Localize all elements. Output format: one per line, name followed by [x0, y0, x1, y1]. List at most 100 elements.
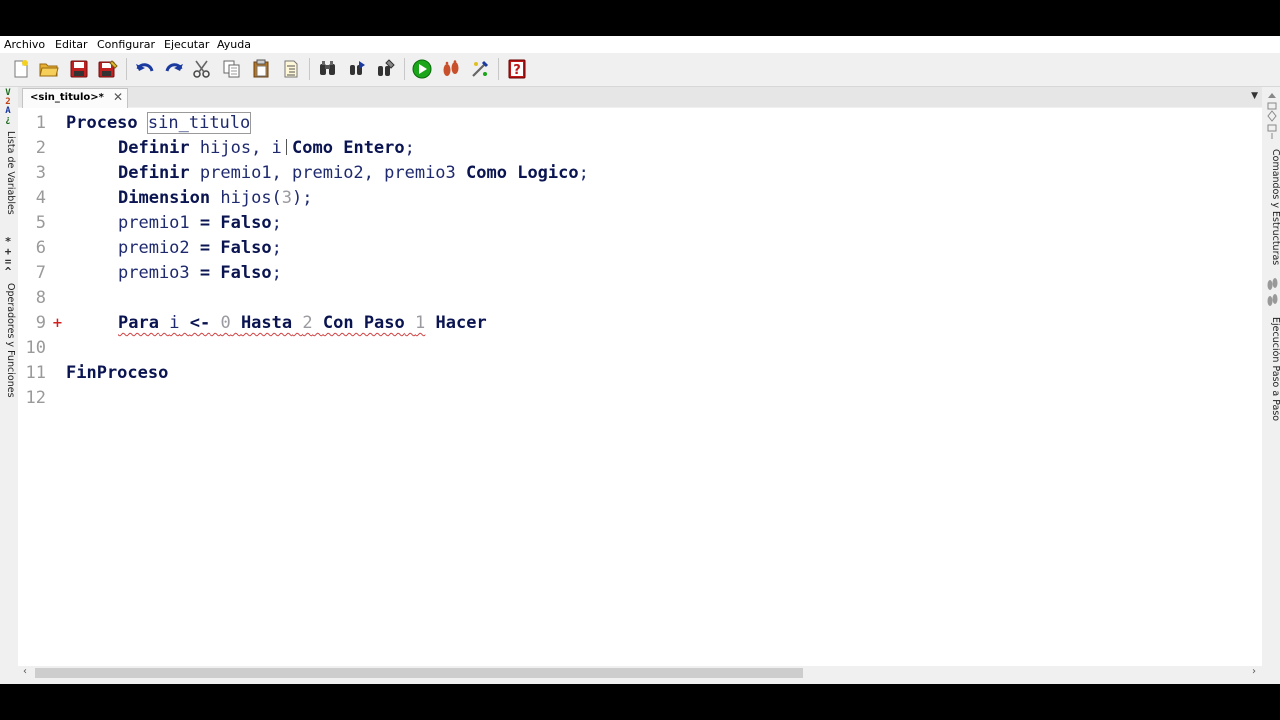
code-line-1: Proceso sin_titulo	[66, 112, 252, 134]
punctuation: );	[292, 188, 313, 208]
code-line-2: Definir hijos, i Como Entero;	[118, 138, 415, 158]
save-as-icon[interactable]	[97, 58, 119, 80]
menu-bar: Archivo Editar Configurar Ejecutar Ayuda	[0, 36, 1280, 53]
keyword: Dimension	[118, 188, 211, 208]
find-icon[interactable]	[317, 58, 339, 80]
identifier: premio3	[118, 263, 190, 283]
line-number: 7	[35, 263, 46, 283]
code-line-6: premio2 = Falso;	[118, 238, 282, 258]
menu-ejecutar[interactable]: Ejecutar	[164, 38, 209, 51]
left-side-panel: V 2 A ¿ Lista de Variables * + = ^ Opera…	[0, 87, 17, 417]
menu-ayuda[interactable]: Ayuda	[217, 38, 251, 51]
number: 3	[281, 188, 293, 208]
variables-icon[interactable]: V 2 A ¿	[1, 89, 15, 125]
help-icon[interactable]: ?	[506, 58, 528, 80]
literal: Falso	[220, 213, 272, 233]
paste-icon[interactable]	[250, 58, 272, 80]
scrollbar-thumb[interactable]	[35, 668, 803, 678]
keyword: Con Paso	[322, 313, 405, 333]
code-line-9: Para i <- 0 Hasta 2 Con Paso 1 Hacer	[118, 313, 487, 333]
identifier: hijos(	[220, 188, 282, 208]
keyword: Proceso	[66, 113, 138, 133]
line-number: 9	[35, 313, 46, 333]
open-folder-icon[interactable]	[38, 58, 60, 80]
keyword: FinProceso	[66, 363, 169, 383]
line-number: 2	[35, 138, 46, 158]
identifiers: hijos, i	[199, 138, 282, 158]
punctuation: ;	[578, 163, 589, 183]
save-icon[interactable]	[68, 58, 90, 80]
code-editor[interactable]: 1 2 3 4 5 6 7 8 9 10 11 12 + Proceso sin…	[18, 108, 1262, 666]
keyword: Para	[118, 313, 159, 333]
close-tab-icon[interactable]: ✕	[113, 90, 123, 104]
pseint-window: Archivo Editar Configurar Ejecutar Ayuda	[0, 36, 1280, 684]
tab-sin-titulo[interactable]: <sin_titulo>* ✕	[22, 88, 128, 108]
tab-list-dropdown-icon[interactable]: ▼	[1251, 91, 1258, 101]
step-by-step-icon[interactable]	[440, 58, 462, 80]
line-number: 8	[35, 288, 46, 308]
operator: =	[199, 213, 211, 233]
identifiers: premio1, premio2, premio3	[199, 163, 456, 183]
svg-text:?: ?	[513, 63, 521, 78]
operators-icon[interactable]: * + = ^	[1, 236, 15, 277]
code-line-5: premio1 = Falso;	[118, 213, 282, 233]
operator: =	[199, 263, 211, 283]
keyword: Definir	[118, 163, 190, 183]
correct-indentation-icon[interactable]	[280, 58, 302, 80]
line-number: 11	[25, 363, 46, 383]
identifier: premio1	[118, 213, 190, 233]
replace-icon[interactable]	[375, 58, 397, 80]
scroll-right-icon[interactable]: ›	[1252, 666, 1256, 677]
line-number: 5	[35, 213, 46, 233]
text-cursor	[286, 139, 288, 155]
punctuation: ;	[271, 213, 282, 233]
tab-label: <sin_titulo>*	[30, 92, 104, 103]
variables-panel-tab[interactable]: Lista de Variables	[0, 131, 16, 215]
debug-icon[interactable]	[469, 58, 491, 80]
line-number: 3	[35, 163, 46, 183]
line-number: 12	[25, 388, 46, 408]
operator: =	[199, 238, 211, 258]
line-number: 1	[35, 113, 46, 133]
error-underline: Para i <- 0 Hasta 2 Con Paso 1	[118, 313, 425, 333]
keyword: Definir	[118, 138, 190, 158]
number: 0	[220, 313, 231, 333]
punctuation: ;	[271, 263, 282, 283]
horizontal-scrollbar[interactable]: ‹ ›	[18, 666, 1262, 680]
error-marker-icon[interactable]: +	[52, 316, 63, 331]
operators-panel-tab[interactable]: Operadores y Funciones	[0, 283, 16, 398]
code-line-4: Dimension hijos(3);	[118, 188, 313, 208]
menu-configurar[interactable]: Configurar	[97, 38, 155, 51]
identifier: i	[169, 313, 180, 333]
scroll-left-icon[interactable]: ‹	[23, 666, 27, 677]
menu-archivo[interactable]: Archivo	[4, 38, 45, 51]
editor-tab-bar: <sin_titulo>* ✕ ▼	[18, 87, 1262, 108]
identifier: premio2	[118, 238, 190, 258]
line-number: 4	[35, 188, 46, 208]
commands-icon[interactable]	[1266, 91, 1278, 141]
copy-icon[interactable]	[221, 58, 243, 80]
number: 1	[415, 313, 426, 333]
undo-icon[interactable]	[134, 58, 156, 80]
right-side-panel: Comandos y Estructuras Ejecución Paso a …	[1264, 87, 1280, 427]
punctuation: ;	[271, 238, 282, 258]
commands-panel-tab[interactable]: Comandos y Estructuras	[1265, 149, 1280, 265]
line-number: 10	[25, 338, 46, 358]
keyword: Como Entero	[292, 138, 405, 158]
punctuation: ;	[404, 138, 415, 158]
number: 2	[302, 313, 313, 333]
find-next-icon[interactable]	[346, 58, 368, 80]
redo-icon[interactable]	[163, 58, 185, 80]
run-icon[interactable]	[411, 58, 433, 80]
code-line-3: Definir premio1, premio2, premio3 Como L…	[118, 163, 589, 183]
toolbar: ?	[0, 53, 1280, 87]
menu-editar[interactable]: Editar	[55, 38, 88, 51]
keyword: Como Logico	[466, 163, 579, 183]
cut-icon[interactable]	[191, 58, 213, 80]
step-panel-icon[interactable]	[1266, 275, 1278, 311]
step-panel-tab[interactable]: Ejecución Paso a Paso	[1265, 317, 1280, 421]
new-file-icon[interactable]	[10, 58, 32, 80]
literal: Falso	[220, 238, 272, 258]
literal: Falso	[220, 263, 272, 283]
process-name: sin_titulo	[146, 112, 252, 134]
